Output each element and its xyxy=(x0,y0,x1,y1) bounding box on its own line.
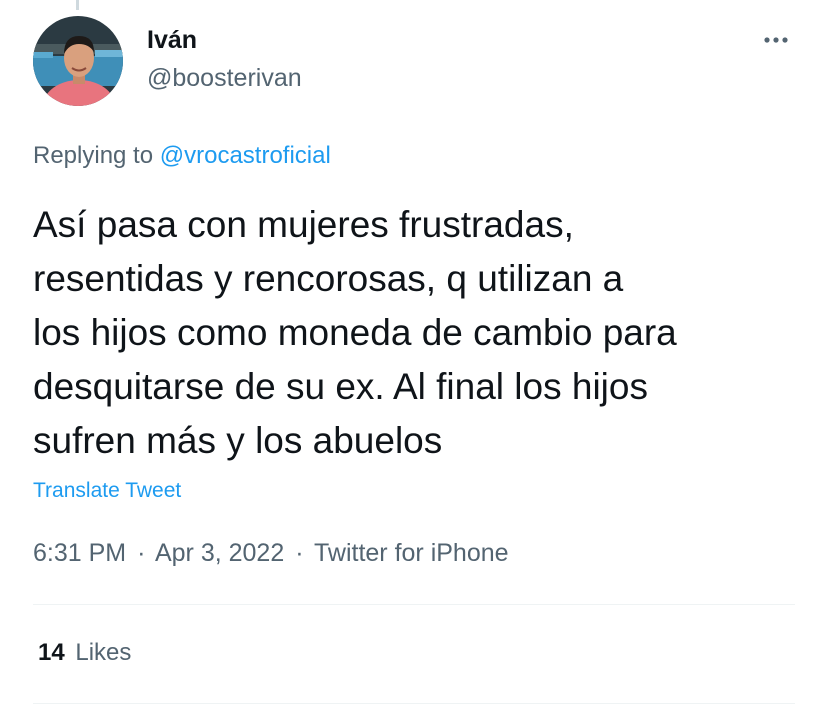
tweet-metadata: 6:31 PM · Apr 3, 2022 · Twitter for iPho… xyxy=(33,535,509,571)
tweet-date[interactable]: Apr 3, 2022 xyxy=(155,539,284,567)
author-display-name[interactable]: Iván xyxy=(147,24,197,56)
tweet-time[interactable]: 6:31 PM xyxy=(33,539,126,567)
likes-count: 14 xyxy=(38,639,65,666)
tweet-text-line: desquitarse de su ex. Al final los hijos xyxy=(33,366,648,407)
author-handle[interactable]: @boosterivan xyxy=(147,62,302,94)
more-horizontal-icon xyxy=(764,37,788,43)
tweet-text: Así pasa con mujeres frustradas, resenti… xyxy=(33,198,823,468)
meta-separator: · xyxy=(295,539,304,567)
tweet-source-link[interactable]: Twitter for iPhone xyxy=(314,539,509,567)
more-options-button[interactable] xyxy=(756,26,796,54)
divider xyxy=(33,604,795,605)
replying-to-mention-link[interactable]: @vrocastroficial xyxy=(160,142,331,169)
avatar-photo xyxy=(33,16,123,106)
tweet-text-line: resentidas y rencorosas, q utilizan a xyxy=(33,258,624,299)
thread-connector-line xyxy=(76,0,79,10)
avatar[interactable] xyxy=(33,16,123,106)
tweet-text-line: Así pasa con mujeres frustradas, xyxy=(33,204,574,245)
likes-label: Likes xyxy=(75,639,132,666)
tweet-text-line: los hijos como moneda de cambio para xyxy=(33,312,677,353)
divider xyxy=(33,703,795,704)
replying-to: Replying to @vrocastroficial xyxy=(33,140,331,172)
translate-tweet-link[interactable]: Translate Tweet xyxy=(33,477,181,505)
meta-separator: · xyxy=(137,539,146,567)
tweet-text-line: sufren más y los abuelos xyxy=(33,420,443,461)
likes-link[interactable]: 14 Likes xyxy=(38,637,131,669)
replying-to-label: Replying to xyxy=(33,142,154,169)
